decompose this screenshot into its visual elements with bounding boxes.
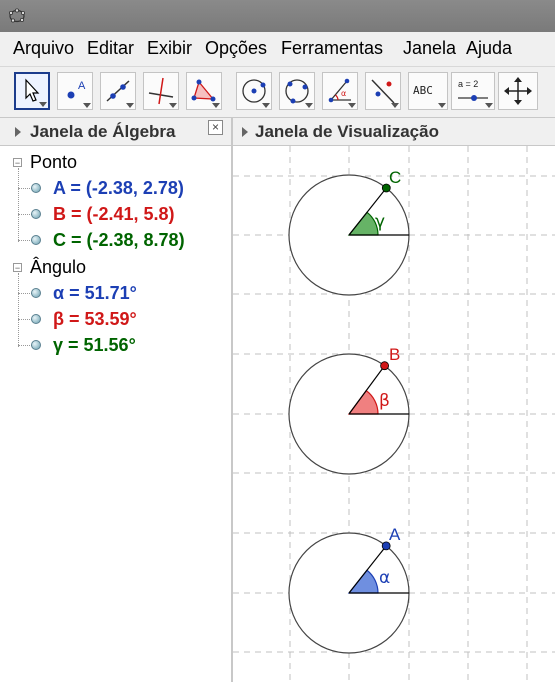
point-b-label: B	[389, 345, 400, 364]
tree-line	[18, 214, 32, 215]
algebra-entry-angle-beta[interactable]: β = 53.59°	[53, 309, 137, 330]
title-bar	[0, 0, 555, 32]
move-tool-button[interactable]	[14, 72, 50, 110]
angle-tool-button[interactable]: α	[322, 72, 358, 110]
move-view-tool-button[interactable]	[498, 72, 538, 110]
visibility-toggle-icon[interactable]	[31, 340, 41, 350]
tree-line	[18, 293, 32, 294]
menu-editar[interactable]: Editar	[87, 38, 134, 59]
tree-line	[18, 345, 32, 346]
visibility-toggle-icon[interactable]	[31, 235, 41, 245]
perpendicular-line-tool-button[interactable]	[143, 72, 179, 110]
svg-text:α: α	[341, 89, 346, 98]
svg-text:A: A	[78, 80, 86, 92]
tree-line	[18, 188, 32, 189]
tree-line	[18, 319, 32, 320]
text-tool-label: ABC	[413, 84, 433, 97]
algebra-entry-point-b[interactable]: B = (-2.41, 5.8)	[53, 204, 175, 225]
point-c-label: C	[389, 168, 401, 187]
point-a-label: A	[389, 525, 401, 544]
circle-three-points-tool-button[interactable]	[279, 72, 315, 110]
tree-line	[18, 168, 19, 242]
graphics-panel-header: Janela de Visualização	[233, 118, 555, 146]
graphics-view[interactable]: C γ B β A α	[233, 146, 555, 682]
tree-line	[18, 240, 32, 241]
collapse-toggle-icon[interactable]: −	[13, 263, 22, 273]
figure-b: B β	[288, 345, 410, 475]
algebra-view: − Ponto A = (-2.38, 2.78) B = (-2.41, 5.…	[0, 146, 231, 682]
group-angulo-label: Ângulo	[30, 257, 87, 277]
text-tool-button[interactable]: ABC	[408, 72, 448, 110]
line-tool-button[interactable]	[100, 72, 136, 110]
visibility-toggle-icon[interactable]	[31, 314, 41, 324]
visibility-toggle-icon[interactable]	[31, 209, 41, 219]
collapse-toggle-icon[interactable]: −	[13, 158, 22, 168]
menu-opcoes[interactable]: Opções	[205, 38, 267, 59]
group-ponto-label: Ponto	[30, 152, 78, 172]
figure-a: A α	[288, 525, 410, 654]
visibility-toggle-icon[interactable]	[31, 183, 41, 193]
menu-exibir[interactable]: Exibir	[147, 38, 192, 59]
algebra-entry-angle-alpha[interactable]: α = 51.71°	[53, 283, 137, 304]
algebra-entry-angle-gamma[interactable]: γ = 51.56°	[53, 335, 136, 356]
close-icon[interactable]: ×	[208, 120, 223, 135]
menu-ajuda[interactable]: Ajuda	[466, 38, 512, 59]
menu-janela[interactable]: Janela	[403, 38, 456, 59]
visibility-toggle-icon[interactable]	[31, 288, 41, 298]
geogebra-logo-icon	[8, 8, 25, 23]
graphics-panel-title: Janela de Visualização	[255, 122, 439, 141]
menu-ferramentas[interactable]: Ferramentas	[281, 38, 383, 59]
angle-beta-label: β	[379, 391, 390, 411]
point-tool-button[interactable]: A	[57, 72, 93, 110]
polygon-tool-button[interactable]	[186, 72, 222, 110]
angle-alpha-label: α	[379, 568, 390, 588]
toolbar: A α ABC a = 2	[0, 67, 555, 118]
collapse-arrow-icon[interactable]	[15, 127, 21, 137]
reflect-tool-button[interactable]	[365, 72, 401, 110]
slider-tool-button[interactable]: a = 2	[451, 72, 495, 110]
menu-bar: Arquivo Editar Exibir Opções Ferramentas…	[0, 32, 555, 67]
collapse-arrow-icon[interactable]	[242, 127, 248, 137]
angle-gamma-label: γ	[375, 212, 385, 232]
algebra-entry-point-c[interactable]: C = (-2.38, 8.78)	[53, 230, 185, 251]
point-b[interactable]	[380, 361, 390, 371]
menu-arquivo[interactable]: Arquivo	[13, 38, 74, 59]
algebra-panel-header: Janela de Álgebra ×	[0, 118, 231, 146]
tree-line	[18, 273, 19, 347]
algebra-entry-point-a[interactable]: A = (-2.38, 2.78)	[53, 178, 184, 199]
move-arrows-icon	[504, 77, 532, 105]
circle-center-point-tool-button[interactable]	[236, 72, 272, 110]
algebra-panel-title: Janela de Álgebra	[30, 122, 176, 141]
graphics-canvas[interactable]: C γ B β A α	[233, 146, 555, 682]
figure-c: C γ	[288, 168, 410, 296]
